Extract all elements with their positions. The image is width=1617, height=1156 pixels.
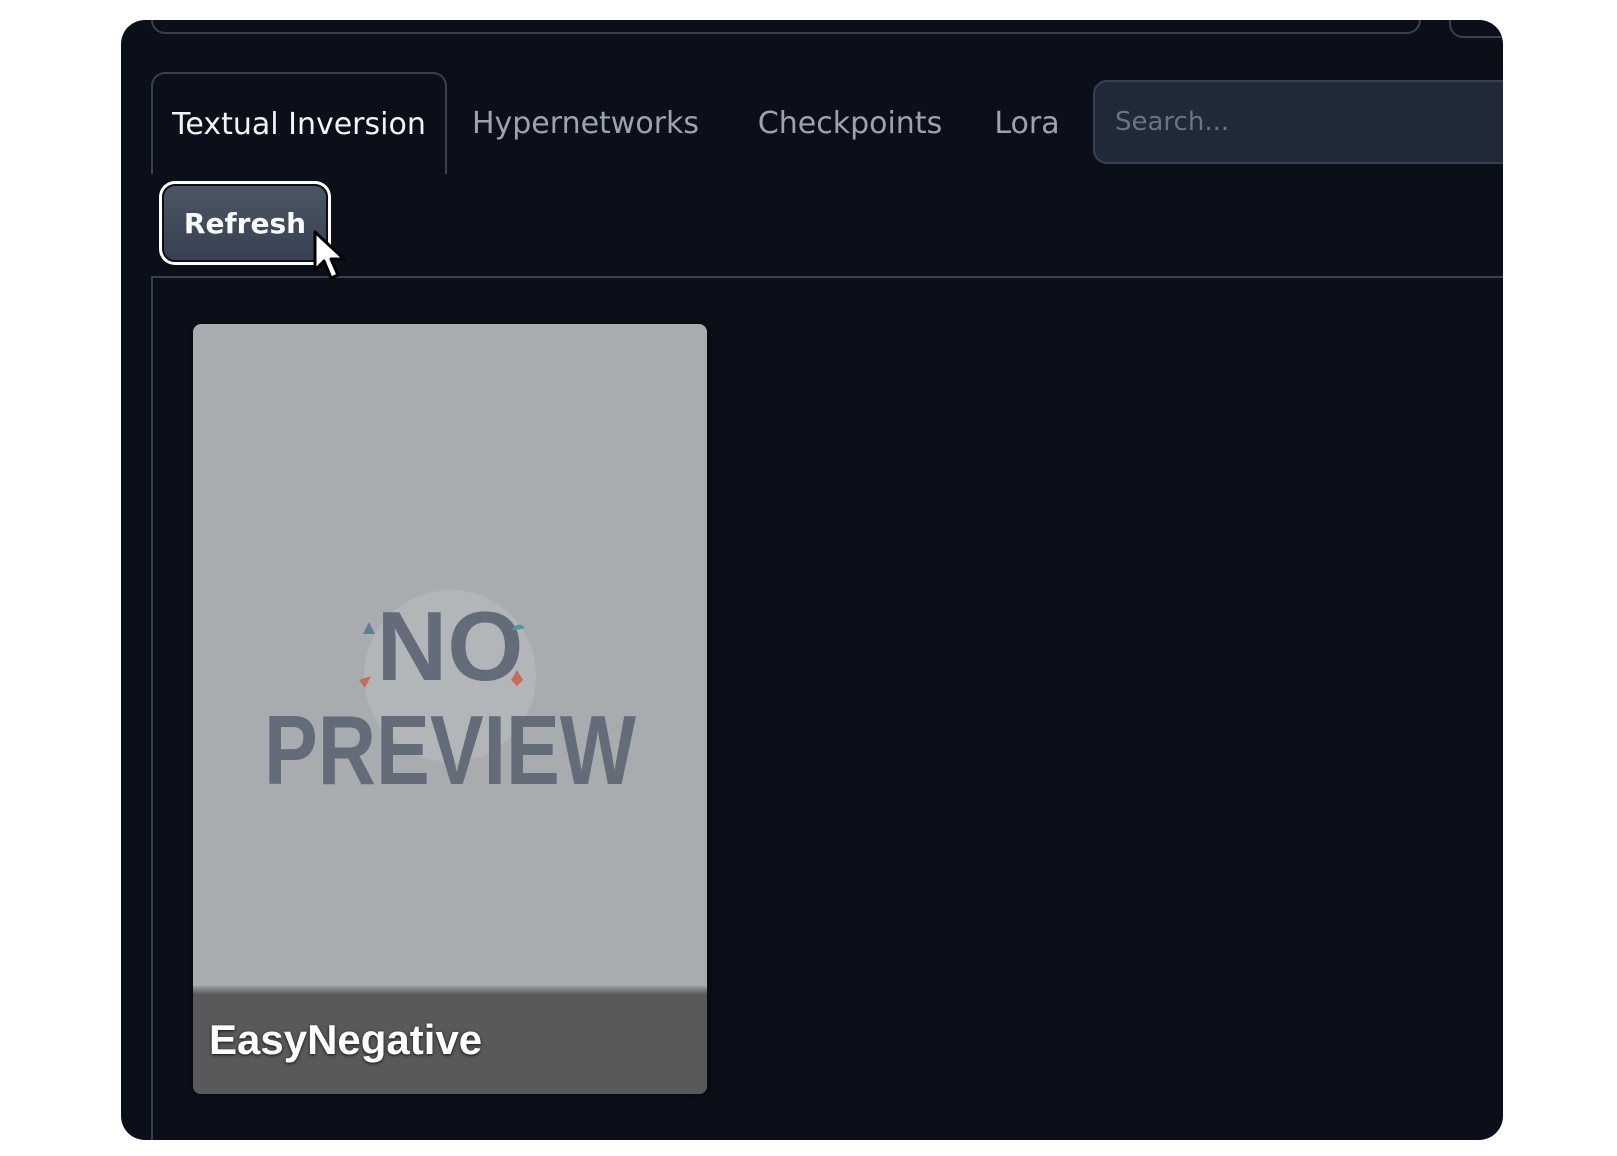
tab-lora[interactable]: Lora (976, 72, 1078, 174)
refresh-button[interactable]: Refresh (159, 181, 331, 265)
extra-networks-window: Textual Inversion Hypernetworks Checkpoi… (121, 20, 1503, 1140)
tab-bar: Textual Inversion Hypernetworks Checkpoi… (151, 72, 1078, 174)
refresh-button-label: Refresh (162, 184, 328, 262)
card-footer: EasyNegative (193, 986, 707, 1094)
no-preview-image: NO PREVIEW (264, 590, 636, 805)
search-input[interactable] (1093, 80, 1503, 164)
top-input-strip[interactable] (151, 20, 1421, 34)
top-button-strip[interactable] (1449, 20, 1503, 38)
model-card[interactable]: NO PREVIEW EasyNegative (193, 324, 707, 1094)
preview-text-line2: PREVIEW (264, 695, 636, 805)
tab-hypernetworks[interactable]: Hypernetworks (447, 72, 724, 174)
mouse-pointer-icon (313, 230, 346, 280)
sparkle-icon (363, 622, 375, 634)
tab-textual-inversion[interactable]: Textual Inversion (151, 72, 447, 174)
card-title: EasyNegative (209, 1016, 483, 1063)
tab-checkpoints[interactable]: Checkpoints (724, 72, 976, 174)
preview-text-line1: NO (377, 591, 524, 701)
